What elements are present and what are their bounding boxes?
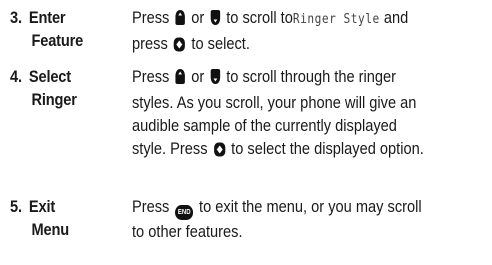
step-3-line-2: press to select. bbox=[132, 32, 486, 58]
step-4-line-1: Press or to scroll through the ringer bbox=[132, 65, 486, 91]
step-3-line-1: Press or to scroll toRinger Style and bbox=[132, 6, 486, 32]
step-5-line-2: to other features. bbox=[132, 222, 243, 241]
nav-up-icon bbox=[175, 68, 186, 91]
step-4-body: Press or to scroll through the ringer st… bbox=[132, 65, 486, 163]
nav-down-icon bbox=[210, 9, 220, 32]
step-4-line-3: audible sample of the currently displaye… bbox=[132, 116, 397, 135]
step-5-title-line-2: Menu bbox=[31, 220, 70, 239]
step-5-heading: 5. Exit Menu bbox=[10, 195, 113, 241]
step-5-line-1: Press END to exit the menu, or you may s… bbox=[132, 195, 486, 220]
menu-item-ringer-style: Ringer Style bbox=[292, 12, 380, 27]
step-3-title-line-1: Enter bbox=[28, 8, 66, 27]
step-3-heading: 3. Enter Feature bbox=[10, 6, 113, 52]
nav-down-icon bbox=[210, 68, 220, 91]
end-key-icon: END bbox=[175, 205, 194, 220]
step-3-body: Press or to scroll toRinger Style and pr… bbox=[132, 6, 486, 58]
step-4-title-line-1: Select bbox=[28, 67, 71, 86]
step-3-title-line-2: Feature bbox=[31, 31, 84, 50]
step-5-number: 5. bbox=[10, 197, 22, 216]
step-5-body: Press END to exit the menu, or you may s… bbox=[132, 195, 486, 243]
select-icon bbox=[173, 35, 186, 58]
step-4-heading: 4. Select Ringer bbox=[10, 65, 113, 111]
step-3-number: 3. bbox=[10, 8, 22, 27]
step-4-line-2: styles. As you scroll, your phone will g… bbox=[132, 93, 417, 112]
select-icon bbox=[213, 140, 225, 163]
nav-up-icon bbox=[175, 9, 186, 32]
step-4-line-4: style. Press to select the displayed opt… bbox=[132, 137, 486, 163]
step-4-title-line-2: Ringer bbox=[31, 90, 77, 109]
step-4-number: 4. bbox=[10, 67, 22, 86]
step-5-title-line-1: Exit bbox=[28, 197, 56, 216]
